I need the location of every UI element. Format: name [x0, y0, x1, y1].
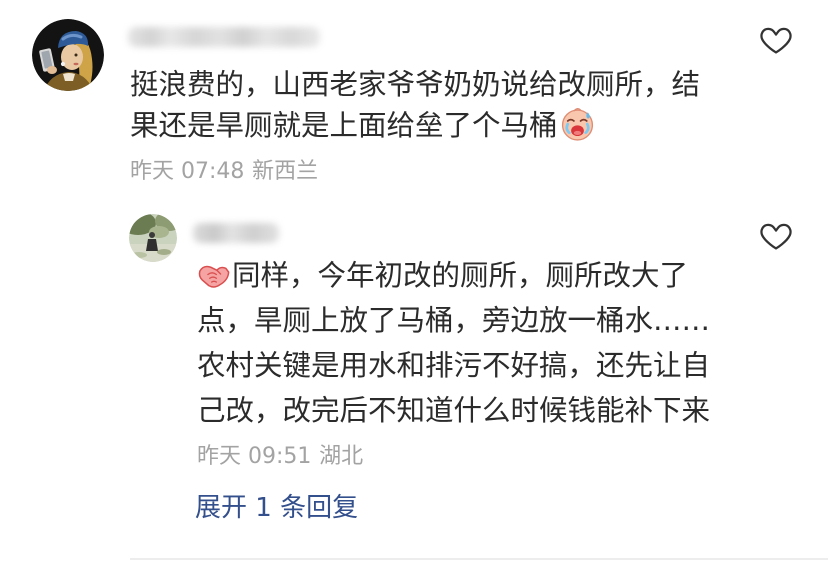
- comment-text-line-content: 果还是旱厕就是上面给垒了个马桶: [130, 109, 558, 142]
- girl-with-pearl-earring-avatar-icon: [32, 19, 104, 91]
- heart-outline-icon: [760, 27, 792, 54]
- outdoor-photo-avatar-icon: [129, 214, 177, 262]
- reply-text-line: 点，旱厕上放了马桶，旁边放一桶水……: [197, 304, 711, 337]
- crying-face-emoji-icon: [559, 105, 596, 142]
- like-button[interactable]: [758, 22, 794, 58]
- comment-meta: 昨天 07:48 新西兰: [130, 157, 318, 187]
- reply-text[interactable]: 同样，今年初改的厕所，厕所改大了 点，旱厕上放了马桶，旁边放一桶水…… 农村关键…: [197, 253, 710, 433]
- comment-text-line: 果还是旱厕就是上面给垒了个马桶: [130, 105, 700, 146]
- commenter-username-blurred[interactable]: [128, 27, 320, 47]
- divider: [130, 558, 828, 560]
- expand-replies-link[interactable]: 展开 1 条回复: [195, 491, 358, 525]
- reply-text-line-content: 同样，今年初改的厕所，厕所改大了: [232, 259, 689, 292]
- reply-text-line: 农村关键是用水和排污不好搞，还先让自: [197, 349, 711, 382]
- reply-text-line: 己改，改完后不知道什么时候钱能补下来: [197, 394, 711, 427]
- handshake-emoji-icon: [197, 257, 231, 291]
- reply-time: 昨天 09:51: [197, 444, 312, 469]
- comment-text-line: 挺浪费的，山西老家爷爷奶奶说给改厕所，结: [130, 68, 701, 101]
- replier-username-blurred[interactable]: [193, 223, 279, 243]
- comment-time: 昨天 07:48: [130, 159, 245, 184]
- replier-avatar[interactable]: [129, 214, 177, 262]
- heart-outline-icon: [760, 223, 792, 250]
- like-button[interactable]: [758, 218, 794, 254]
- reply-location: 湖北: [319, 444, 364, 469]
- reply-text-line: 同样，今年初改的厕所，厕所改大了: [197, 253, 710, 298]
- commenter-avatar[interactable]: [32, 19, 104, 91]
- comment-text[interactable]: 挺浪费的，山西老家爷爷奶奶说给改厕所，结 果还是旱厕就是上面给垒了个马桶: [130, 64, 700, 146]
- reply-meta: 昨天 09:51 湖北: [197, 442, 363, 472]
- comment-location: 新西兰: [252, 159, 319, 184]
